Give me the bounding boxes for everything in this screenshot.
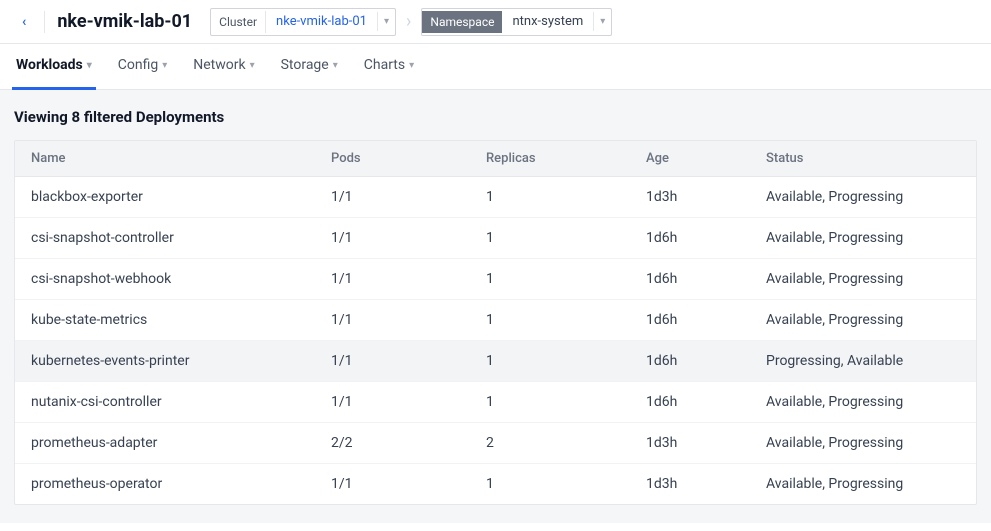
chevron-down-icon: ▾: [87, 60, 92, 71]
back-button[interactable]: ‹: [16, 10, 32, 34]
col-age[interactable]: Age: [630, 141, 750, 176]
cell-age: 1d3h: [630, 423, 750, 463]
col-replicas[interactable]: Replicas: [470, 141, 630, 176]
cell-age: 1d3h: [630, 177, 750, 217]
table-row[interactable]: prometheus-operator1/111d3hAvailable, Pr…: [15, 463, 976, 504]
tab-network[interactable]: Network ▾: [189, 44, 258, 90]
tab-charts[interactable]: Charts ▾: [360, 44, 418, 90]
col-name[interactable]: Name: [15, 141, 315, 176]
tab-label: Storage: [281, 57, 329, 73]
cell-replicas: 1: [470, 259, 630, 299]
table-row[interactable]: csi-snapshot-webhook1/111d6hAvailable, P…: [15, 258, 976, 299]
tab-config[interactable]: Config ▾: [114, 44, 171, 90]
cell-status: Available, Progressing: [750, 423, 976, 463]
chevron-down-icon[interactable]: ▾: [593, 12, 611, 31]
col-status[interactable]: Status: [750, 141, 976, 176]
cell-replicas: 1: [470, 382, 630, 422]
cell-name: prometheus-operator: [15, 464, 315, 504]
cell-status: Available, Progressing: [750, 300, 976, 340]
cell-age: 1d6h: [630, 382, 750, 422]
cluster-breadcrumb[interactable]: Cluster nke-vmik-lab-01 ▾: [210, 8, 396, 36]
content-area: Viewing 8 filtered Deployments Name Pods…: [0, 90, 991, 523]
cell-replicas: 2: [470, 423, 630, 463]
cell-age: 1d3h: [630, 464, 750, 504]
cell-replicas: 1: [470, 218, 630, 258]
cell-age: 1d6h: [630, 300, 750, 340]
namespace-breadcrumb[interactable]: Namespace ntnx-system ▾: [421, 8, 612, 36]
cell-age: 1d6h: [630, 218, 750, 258]
table-row[interactable]: csi-snapshot-controller1/111d6hAvailable…: [15, 217, 976, 258]
tab-label: Workloads: [16, 57, 83, 73]
cluster-tag: Cluster: [211, 11, 266, 33]
cell-pods: 1/1: [315, 300, 470, 340]
tab-workloads[interactable]: Workloads ▾: [12, 44, 96, 90]
cluster-value[interactable]: nke-vmik-lab-01: [266, 10, 377, 33]
cell-status: Available, Progressing: [750, 464, 976, 504]
cell-pods: 1/1: [315, 382, 470, 422]
cell-status: Available, Progressing: [750, 382, 976, 422]
cell-pods: 2/2: [315, 423, 470, 463]
cell-name: csi-snapshot-webhook: [15, 259, 315, 299]
cell-status: Available, Progressing: [750, 177, 976, 217]
cell-name: kubernetes-events-printer: [15, 341, 315, 381]
chevron-down-icon: ▾: [250, 60, 255, 71]
tab-label: Charts: [364, 57, 405, 73]
cell-name: prometheus-adapter: [15, 423, 315, 463]
cell-replicas: 1: [470, 341, 630, 381]
chevron-down-icon: ▾: [333, 60, 338, 71]
cell-name: blackbox-exporter: [15, 177, 315, 217]
deployments-table: Name Pods Replicas Age Status blackbox-e…: [14, 140, 977, 505]
viewing-summary: Viewing 8 filtered Deployments: [14, 108, 977, 126]
cell-pods: 1/1: [315, 341, 470, 381]
cell-name: csi-snapshot-controller: [15, 218, 315, 258]
cell-pods: 1/1: [315, 177, 470, 217]
cell-replicas: 1: [470, 464, 630, 504]
topbar: ‹ nke-vmik-lab-01 Cluster nke-vmik-lab-0…: [0, 0, 991, 44]
cell-pods: 1/1: [315, 259, 470, 299]
namespace-value[interactable]: ntnx-system: [502, 10, 593, 33]
cell-name: nutanix-csi-controller: [15, 382, 315, 422]
cell-name: kube-state-metrics: [15, 300, 315, 340]
chevron-down-icon: ▾: [409, 60, 414, 71]
cell-age: 1d6h: [630, 259, 750, 299]
table-row[interactable]: prometheus-adapter2/221d3hAvailable, Pro…: [15, 422, 976, 463]
namespace-tag: Namespace: [422, 11, 502, 33]
col-pods[interactable]: Pods: [315, 141, 470, 176]
table-body: blackbox-exporter1/111d3hAvailable, Prog…: [15, 177, 976, 504]
tab-label: Network: [193, 57, 245, 73]
breadcrumb-arrow-icon: ›: [406, 11, 411, 32]
tab-storage[interactable]: Storage ▾: [277, 44, 342, 90]
cell-pods: 1/1: [315, 218, 470, 258]
chevron-down-icon[interactable]: ▾: [377, 12, 395, 31]
table-row[interactable]: blackbox-exporter1/111d3hAvailable, Prog…: [15, 177, 976, 217]
cell-age: 1d6h: [630, 341, 750, 381]
table-row[interactable]: kubernetes-events-printer1/111d6hProgres…: [15, 340, 976, 381]
table-header: Name Pods Replicas Age Status: [15, 141, 976, 177]
separator: [44, 11, 45, 33]
cell-pods: 1/1: [315, 464, 470, 504]
tab-label: Config: [118, 57, 158, 73]
cell-status: Progressing, Available: [750, 341, 976, 381]
cell-replicas: 1: [470, 177, 630, 217]
chevron-down-icon: ▾: [162, 60, 167, 71]
table-row[interactable]: nutanix-csi-controller1/111d6hAvailable,…: [15, 381, 976, 422]
subnav: Workloads ▾ Config ▾ Network ▾ Storage ▾…: [0, 44, 991, 90]
page-title: nke-vmik-lab-01: [57, 11, 192, 32]
cell-status: Available, Progressing: [750, 218, 976, 258]
cell-status: Available, Progressing: [750, 259, 976, 299]
cell-replicas: 1: [470, 300, 630, 340]
table-row[interactable]: kube-state-metrics1/111d6hAvailable, Pro…: [15, 299, 976, 340]
